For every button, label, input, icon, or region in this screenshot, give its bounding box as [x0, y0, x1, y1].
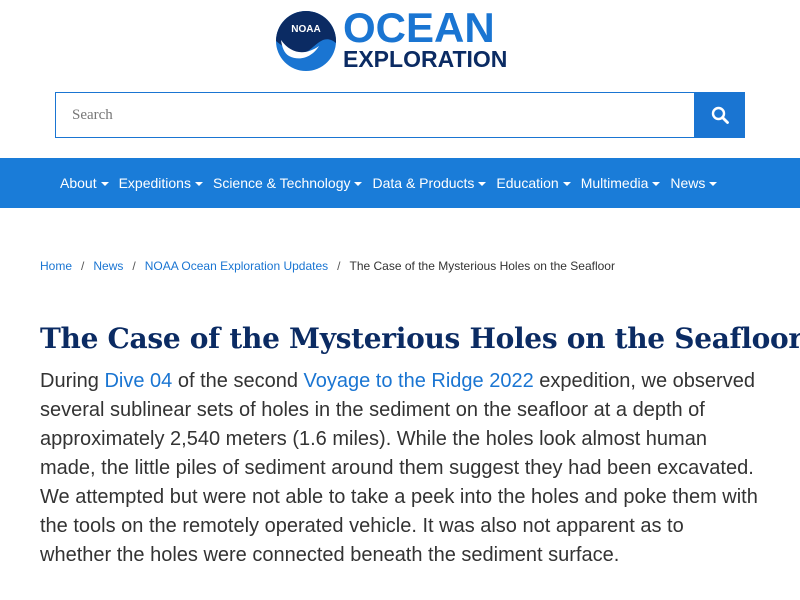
caret-down-icon	[652, 182, 661, 186]
search-bar	[55, 92, 745, 138]
caret-down-icon	[354, 182, 363, 186]
nav-item-science-technology[interactable]: Science & Technology	[213, 175, 363, 191]
nav-label: About	[60, 175, 97, 191]
breadcrumb-separator: /	[132, 259, 136, 273]
caret-down-icon	[478, 182, 487, 186]
nav-label: Data & Products	[372, 175, 475, 191]
nav-label: Science & Technology	[212, 175, 351, 191]
caret-down-icon	[100, 182, 109, 186]
site-header: NOAA OCEAN EXPLORATION	[0, 0, 800, 92]
breadcrumb-current: The Case of the Mysterious Holes on the …	[349, 259, 615, 273]
nav-item-expeditions[interactable]: Expeditions	[119, 175, 203, 191]
main-nav: About Expeditions Science & Technology D…	[0, 158, 800, 208]
breadcrumb-home-link[interactable]: Home	[40, 259, 72, 273]
breadcrumb-news-link[interactable]: News	[93, 259, 123, 273]
article-paragraph: During Dive 04 of the second Voyage to t…	[40, 367, 760, 570]
search-icon	[711, 106, 729, 124]
nav-label: News	[670, 175, 706, 191]
nav-item-multimedia[interactable]: Multimedia	[581, 175, 661, 191]
noaa-logo-icon: NOAA	[276, 11, 336, 71]
voyage-to-the-ridge-link[interactable]: Voyage to the Ridge 2022	[304, 370, 534, 392]
search-input[interactable]	[55, 92, 694, 138]
nav-item-news[interactable]: News	[670, 175, 718, 191]
noaa-badge-text: NOAA	[291, 24, 320, 35]
breadcrumb-separator: /	[337, 259, 341, 273]
search-button[interactable]	[694, 92, 745, 138]
breadcrumb: Home / News / NOAA Ocean Exploration Updates…	[40, 259, 615, 273]
nav-item-data-products[interactable]: Data & Products	[372, 175, 487, 191]
caret-down-icon	[562, 182, 571, 186]
breadcrumb-updates-link[interactable]: NOAA Ocean Exploration Updates	[145, 259, 328, 273]
dive-04-link[interactable]: Dive 04	[104, 370, 172, 392]
nav-label: Multimedia	[580, 175, 649, 191]
caret-down-icon	[709, 182, 718, 186]
logo-word-ocean: OCEAN	[343, 4, 495, 51]
site-logo[interactable]: NOAA OCEAN EXPLORATION	[275, 4, 525, 72]
paragraph-text: of the second	[172, 370, 304, 392]
paragraph-text: During	[40, 370, 105, 392]
page-title: The Case of the Mysterious Holes on the …	[40, 322, 800, 355]
nav-label: Education	[496, 175, 559, 191]
nav-label: Expeditions	[118, 175, 191, 191]
logo-word-exploration: EXPLORATION	[343, 46, 508, 72]
paragraph-text: expedition, we observed several sublinea…	[40, 370, 758, 566]
nav-item-about[interactable]: About	[60, 175, 109, 191]
breadcrumb-separator: /	[81, 259, 85, 273]
caret-down-icon	[194, 182, 203, 186]
nav-item-education[interactable]: Education	[496, 175, 571, 191]
